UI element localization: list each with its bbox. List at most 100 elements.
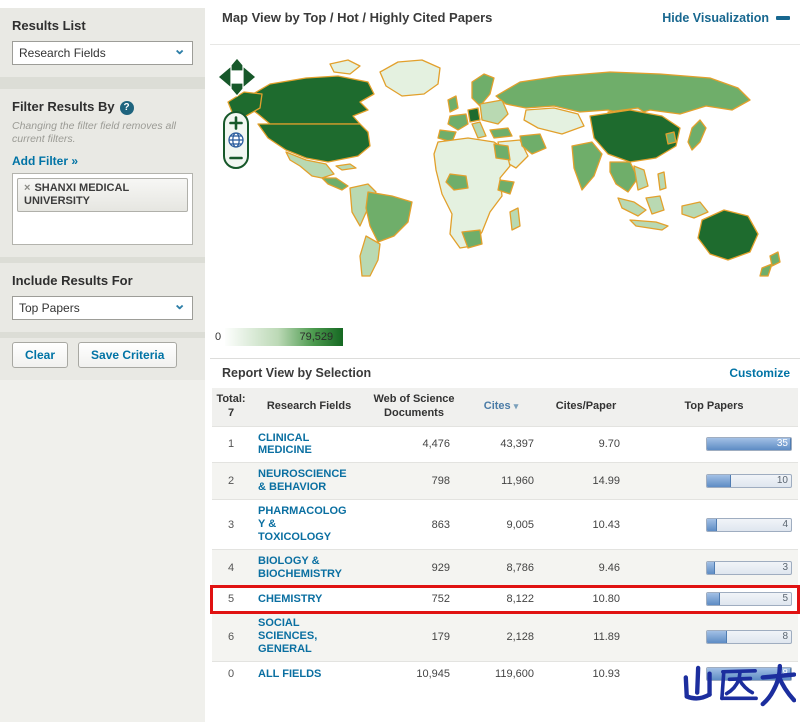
hide-visualization-link[interactable]: Hide Visualization xyxy=(662,11,790,25)
rank-cell: 6 xyxy=(227,630,235,643)
sidebar-divider xyxy=(0,77,205,89)
cites-sort-header[interactable]: Cites ▾ xyxy=(460,388,542,426)
include-results-dropdown-value: Top Papers xyxy=(19,300,80,315)
rank-cell: 5 xyxy=(227,593,235,606)
top-papers-bar: 5 xyxy=(706,592,792,607)
map-pan-control[interactable] xyxy=(217,57,257,97)
rank-cell: 4 xyxy=(227,562,235,575)
watermark xyxy=(682,662,797,712)
top-papers-bar: 35 xyxy=(706,437,792,452)
add-filter-link[interactable]: Add Filter » xyxy=(12,154,78,168)
top-papers-value: 4 xyxy=(782,518,788,530)
top-papers-value: 35 xyxy=(776,438,788,450)
rank-cell: 1 xyxy=(227,438,235,451)
rank-cell: 2 xyxy=(227,475,235,488)
research-field-link[interactable]: ALL FIELDS xyxy=(258,668,321,681)
sidebar-filler xyxy=(0,379,205,722)
top-papers-bar-fill xyxy=(707,475,732,488)
top-papers-header: Top Papers xyxy=(630,388,798,426)
filter-results-heading: Filter Results By? xyxy=(12,99,193,115)
documents-cell: 179 xyxy=(431,630,450,643)
filter-tag-label: SHANXI MEDICAL UNIVERSITY xyxy=(24,181,129,207)
customize-link[interactable]: Customize xyxy=(729,366,790,380)
hide-visualization-label: Hide Visualization xyxy=(662,10,769,25)
chevron-down-icon: ⌄ xyxy=(173,295,186,313)
documents-cell: 863 xyxy=(431,518,450,531)
results-list-heading: Results List xyxy=(12,18,86,33)
world-map xyxy=(217,57,781,277)
table-row: 6 SOCIAL SCIENCES, GENERAL 179 2,128 11.… xyxy=(212,611,798,662)
research-field-link[interactable]: SOCIAL SCIENCES, GENERAL xyxy=(258,617,350,656)
legend-max-value: 79,529 xyxy=(299,331,334,343)
filter-results-section: Filter Results By? Changing the filter f… xyxy=(0,89,205,257)
cites-per-paper-cell: 10.93 xyxy=(592,668,620,681)
map-zoom-control[interactable] xyxy=(223,111,249,169)
watermark-char-da xyxy=(760,663,797,707)
cites-cell: 119,600 xyxy=(495,668,534,681)
cites-header-label: Cites xyxy=(483,399,511,412)
rank-cell: 3 xyxy=(227,518,235,531)
results-list-dropdown[interactable]: Research Fields ⌄ xyxy=(12,41,193,65)
help-icon[interactable]: ? xyxy=(119,100,134,115)
table-row: 3 PHARMACOLOGY & TOXICOLOGY 863 9,005 10… xyxy=(212,499,798,550)
sidebar-actions: Clear Save Criteria xyxy=(0,337,205,380)
top-papers-bar: 3 xyxy=(706,561,792,576)
cites-per-paper-header: Cites/Paper xyxy=(542,388,630,426)
active-filters-box: × SHANXI MEDICAL UNIVERSITY xyxy=(12,172,193,245)
research-field-link[interactable]: BIOLOGY & BIOCHEMISTRY xyxy=(258,555,350,581)
table-row: 5 CHEMISTRY 752 8,122 10.80 5 xyxy=(210,584,800,614)
map-countries[interactable] xyxy=(227,59,781,277)
cites-per-paper-cell: 14.99 xyxy=(592,475,620,488)
clear-button[interactable]: Clear xyxy=(12,341,69,368)
research-field-link[interactable]: NEUROSCIENCE & BEHAVIOR xyxy=(258,468,350,494)
report-view-title: Report View by Selection xyxy=(222,366,372,380)
report-view-header: Report View by Selection Customize xyxy=(222,366,790,380)
map-legend: 0 79,529 xyxy=(215,328,344,346)
total-value: 7 xyxy=(227,406,235,419)
watermark-char-yi xyxy=(720,668,758,701)
documents-header: Web of Science Documents xyxy=(368,388,460,426)
save-criteria-button[interactable]: Save Criteria xyxy=(78,341,178,368)
research-field-link[interactable]: CLINICAL MEDICINE xyxy=(258,432,350,458)
main-content: Map View by Top / Hot / Highly Cited Pap… xyxy=(210,0,800,722)
documents-cell: 4,476 xyxy=(422,438,450,451)
filter-tag[interactable]: × SHANXI MEDICAL UNIVERSITY xyxy=(17,177,188,213)
research-field-link[interactable]: CHEMISTRY xyxy=(258,593,322,606)
cites-per-paper-cell: 9.46 xyxy=(598,562,620,575)
total-header: Total: 7 xyxy=(212,388,250,426)
legend-gradient-bar: 79,529 xyxy=(225,328,344,346)
map-view-header: Map View by Top / Hot / Highly Cited Pap… xyxy=(222,10,790,25)
top-papers-value: 10 xyxy=(776,475,788,487)
top-papers-value: 8 xyxy=(782,630,788,642)
top-papers-bar: 4 xyxy=(706,517,792,532)
table-row: 4 BIOLOGY & BIOCHEMISTRY 929 8,786 9.46 … xyxy=(212,549,798,587)
header-divider xyxy=(210,44,800,45)
research-field-link[interactable]: PHARMACOLOGY & TOXICOLOGY xyxy=(258,505,350,544)
cites-cell: 9,005 xyxy=(506,518,534,531)
top-papers-bar-fill xyxy=(707,593,720,606)
remove-filter-icon[interactable]: × xyxy=(24,182,30,194)
sort-descending-icon: ▾ xyxy=(513,400,519,411)
cites-per-paper-cell: 11.89 xyxy=(593,630,620,643)
cites-per-paper-cell: 9.70 xyxy=(598,438,620,451)
cites-per-paper-cell: 10.80 xyxy=(592,593,620,606)
cites-cell: 8,786 xyxy=(506,562,534,575)
cites-per-paper-cell: 10.43 xyxy=(592,518,620,531)
documents-cell: 752 xyxy=(431,593,450,606)
total-label: Total: xyxy=(216,393,246,405)
table-header-row: Total: 7 Research Fields Web of Science … xyxy=(212,388,798,426)
filters-sidebar: Results List Research Fields ⌄ Filter Re… xyxy=(0,8,205,722)
cites-cell: 8,122 xyxy=(506,593,534,606)
chevron-down-icon: ⌄ xyxy=(173,41,186,58)
top-papers-value: 5 xyxy=(782,593,788,605)
minimize-icon xyxy=(776,15,790,20)
cites-cell: 2,128 xyxy=(506,630,534,643)
research-fields-header: Research Fields xyxy=(250,388,368,426)
cites-cell: 43,397 xyxy=(500,438,534,451)
report-table: Total: 7 Research Fields Web of Science … xyxy=(210,388,800,686)
legend-min-value: 0 xyxy=(215,331,222,343)
globe-icon xyxy=(228,132,244,148)
top-papers-bar-fill xyxy=(707,630,728,643)
include-results-dropdown[interactable]: Top Papers ⌄ xyxy=(12,295,193,320)
table-row: 2 NEUROSCIENCE & BEHAVIOR 798 11,960 14.… xyxy=(212,462,798,500)
